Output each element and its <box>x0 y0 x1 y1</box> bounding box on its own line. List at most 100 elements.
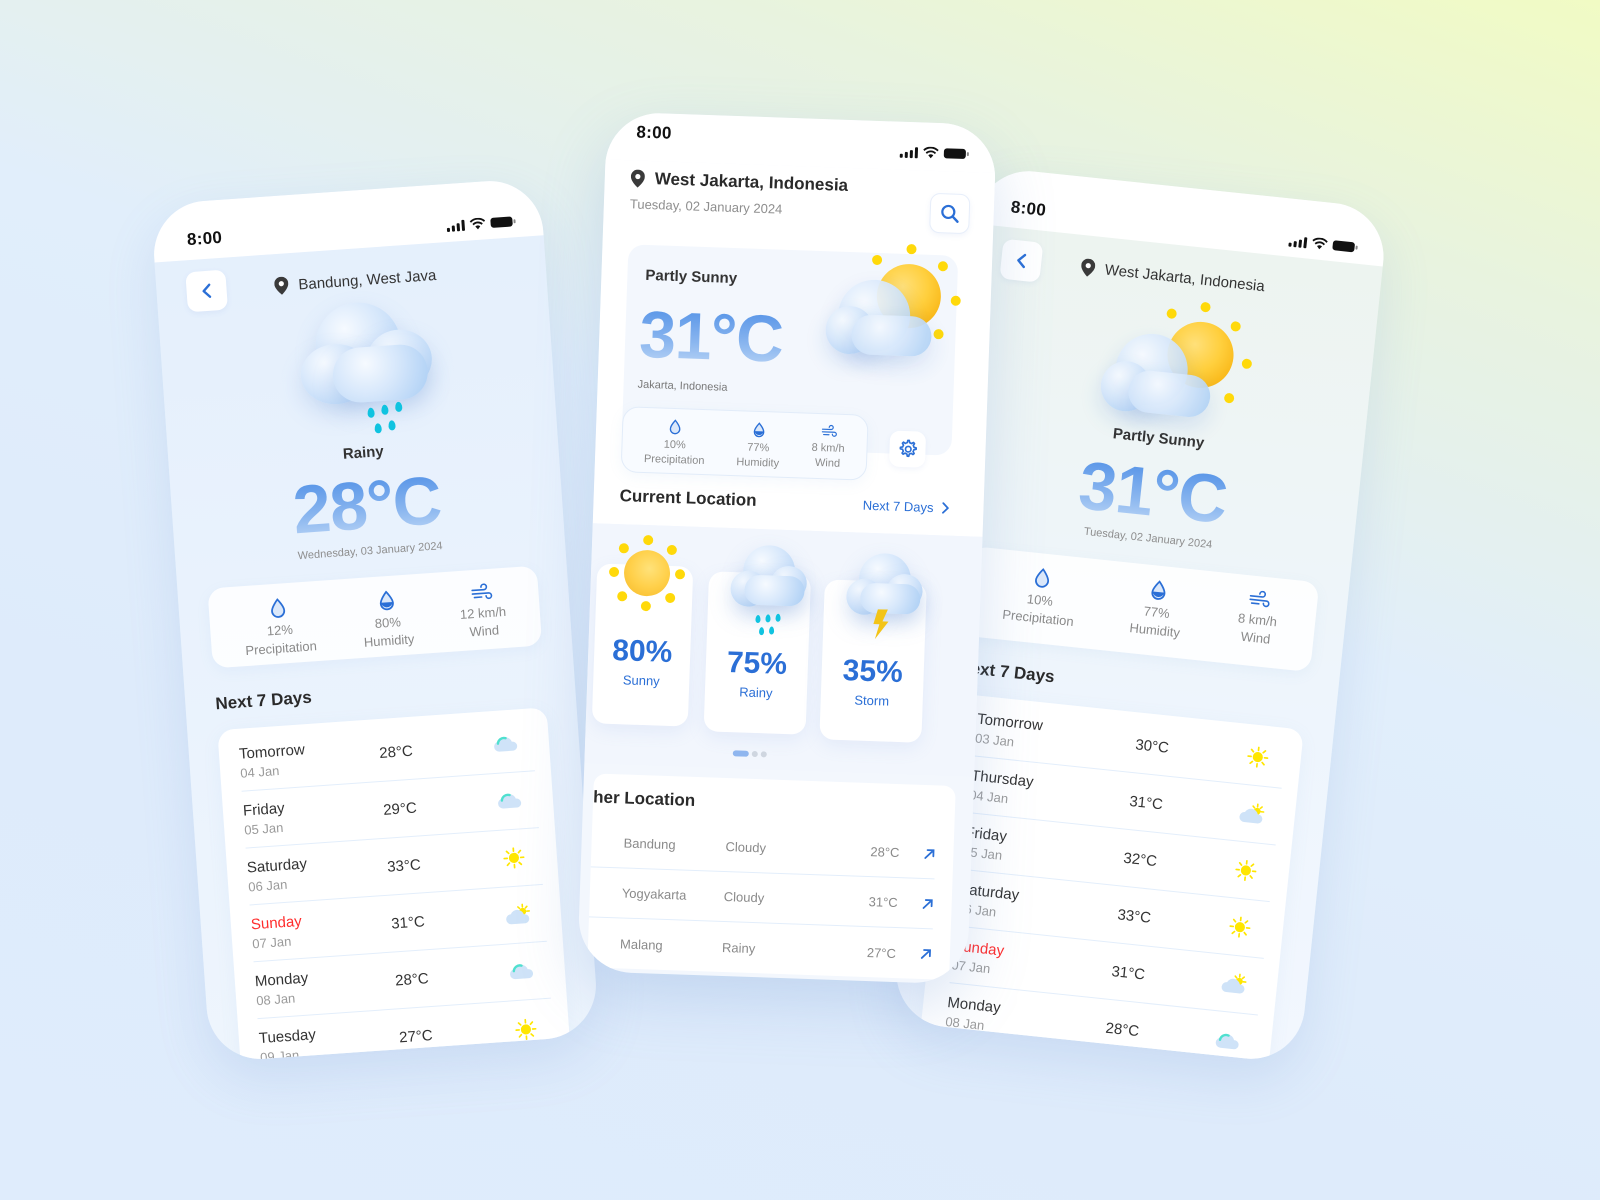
carousel-dot[interactable] <box>760 751 767 758</box>
open-arrow-icon[interactable] <box>923 847 935 859</box>
carousel-dot[interactable] <box>751 750 758 758</box>
left-phone-screen: 8:00 Bandung, West Java Rainy 28°C Wedne… <box>150 177 600 1063</box>
humidity-icon <box>1149 579 1169 602</box>
cloud-icon <box>492 732 519 756</box>
carousel-dot-active[interactable] <box>732 750 749 757</box>
stat-humidity: 77% Humidity <box>736 421 780 471</box>
stat-precipitation: 10% Precipitation <box>1001 564 1078 632</box>
stat-humidity: 77% Humidity <box>1129 577 1186 642</box>
location-label: West Jakarta, Indonesia <box>1080 258 1266 295</box>
next-7-days-label: Next 7 Days <box>862 497 934 515</box>
rain-cloud-icon <box>188 291 528 464</box>
wind-icon <box>470 583 493 602</box>
other-city: Malang <box>619 935 663 953</box>
current-date: Tuesday, 02 January 2024 <box>629 196 783 217</box>
day-temperature: 30°C <box>1134 735 1170 757</box>
open-arrow-icon[interactable] <box>921 897 933 909</box>
center-phone-screen: 8:00 West Jakarta, Indonesia Tuesday, 02… <box>577 111 997 985</box>
forecast-day: Thursday 04 Jan <box>969 767 1112 816</box>
forecast-day: Monday 08 Jan <box>254 963 396 1008</box>
wind-icon <box>1248 589 1272 609</box>
battery-icon <box>490 216 513 228</box>
forecast-day: Monday 08 Jan <box>945 994 1088 1043</box>
stat-value: 80% <box>374 614 402 632</box>
chance-card-storm[interactable]: 35% Storm <box>819 552 927 743</box>
forecast-day: Friday 05 Jan <box>963 823 1106 872</box>
stat-value: 77% <box>747 441 770 455</box>
cloud-icon <box>1214 1029 1242 1054</box>
search-button[interactable] <box>929 192 971 235</box>
forecast-day: Sunday 07 Jan <box>951 937 1094 986</box>
carousel-indicator[interactable] <box>732 750 767 758</box>
stat-value: 12% <box>266 621 294 639</box>
sun-icon <box>1244 745 1272 770</box>
wifi-icon <box>469 217 486 230</box>
other-temperature: 31°C <box>868 894 898 911</box>
precipitation-icon <box>668 419 683 435</box>
sun-icon <box>512 1017 539 1041</box>
location-name: West Jakarta, Indonesia <box>1104 260 1266 295</box>
forecast-day: Tuesday 09 Jan <box>258 1020 400 1062</box>
other-condition: Cloudy <box>723 889 765 906</box>
sun-icon <box>500 846 527 870</box>
cloud-icon <box>508 960 535 984</box>
location-name: West Jakarta, Indonesia <box>654 169 849 195</box>
open-arrow-icon[interactable] <box>920 948 932 960</box>
chance-card-sunny[interactable]: 80% Sunny <box>591 534 694 727</box>
other-locations-section: her Location Bandung Cloudy 28°C Yogyaka… <box>587 773 956 980</box>
location-pin-icon <box>274 276 289 295</box>
partly-sunny-icon <box>824 243 968 378</box>
location-name: Bandung, West Java <box>297 266 437 294</box>
day-temperature: 31°C <box>1110 962 1146 983</box>
partly-sunny-icon <box>1220 972 1248 997</box>
settings-button[interactable] <box>888 430 927 468</box>
forecast-list: Tomorrow 03 Jan 30°C Thursday 04 Jan 31°… <box>919 693 1304 1065</box>
stat-label: Precipitation <box>1001 606 1075 630</box>
chance-label: Storm <box>854 692 890 709</box>
location-pin-icon <box>630 169 645 187</box>
back-button[interactable] <box>185 269 228 313</box>
weather-stats-card: 10% Precipitation 77% Humidity 8 km/h Wi… <box>961 545 1320 673</box>
sun-icon <box>608 534 687 613</box>
location-pin-icon <box>1080 258 1096 277</box>
other-condition: Rainy <box>721 939 756 956</box>
stat-label: Precipitation <box>244 638 318 659</box>
chance-carousel[interactable]: 80% Sunny 75% Rainy 35% Storm <box>584 523 983 777</box>
location-label: West Jakarta, Indonesia <box>630 168 848 196</box>
other-temperature: 27°C <box>866 944 897 961</box>
humidity-icon <box>752 422 767 438</box>
stat-precipitation: 10% Precipitation <box>644 418 706 469</box>
chance-card-rainy[interactable]: 75% Rainy <box>703 544 812 735</box>
day-temperature: 32°C <box>1122 849 1158 870</box>
sub-location: Jakarta, Indonesia <box>637 378 728 394</box>
partly-sunny-icon <box>1238 801 1266 826</box>
chance-label: Rainy <box>739 684 773 701</box>
back-arrow-icon <box>1013 252 1031 270</box>
chance-percent: 80% <box>611 633 673 670</box>
wifi-icon <box>1311 237 1328 251</box>
weather-stats-card: 12% Precipitation 80% Humidity 12 km/h W… <box>207 565 543 669</box>
day-temperature: 31°C <box>390 912 426 933</box>
back-button[interactable] <box>999 238 1044 283</box>
stat-wind: 8 km/h Wind <box>1235 588 1280 649</box>
rain-cloud-icon <box>719 544 812 637</box>
chance-percent: 35% <box>842 654 904 690</box>
weather-stats-card: 10% Precipitation 77% Humidity 8 km/h Wi… <box>620 406 869 481</box>
forecast-day: Saturday 06 Jan <box>957 880 1100 929</box>
sun-icon <box>1226 915 1254 940</box>
forecast-title: Next 7 Days <box>214 687 313 714</box>
stat-value: 8 km/h <box>811 441 845 455</box>
chance-percent: 75% <box>726 645 788 682</box>
next-7-days-link[interactable]: Next 7 Days <box>862 497 949 515</box>
forecast-day: Saturday 06 Jan <box>246 849 388 894</box>
battery-icon <box>943 148 967 159</box>
stat-label: Precipitation <box>643 452 705 467</box>
forecast-list: Tomorrow 04 Jan 28°C Friday 05 Jan 29°C … <box>217 707 571 1063</box>
location-label: Bandung, West Java <box>274 266 437 295</box>
stat-label: Wind <box>468 622 500 640</box>
lightning-icon <box>873 609 889 640</box>
day-temperature: 28°C <box>378 742 414 762</box>
other-location-row[interactable]: Malang Rainy 27°C <box>587 917 933 979</box>
precipitation-icon <box>1032 567 1052 590</box>
other-locations-list: Bandung Cloudy 28°C Yogyakarta Cloudy 31… <box>587 817 937 979</box>
